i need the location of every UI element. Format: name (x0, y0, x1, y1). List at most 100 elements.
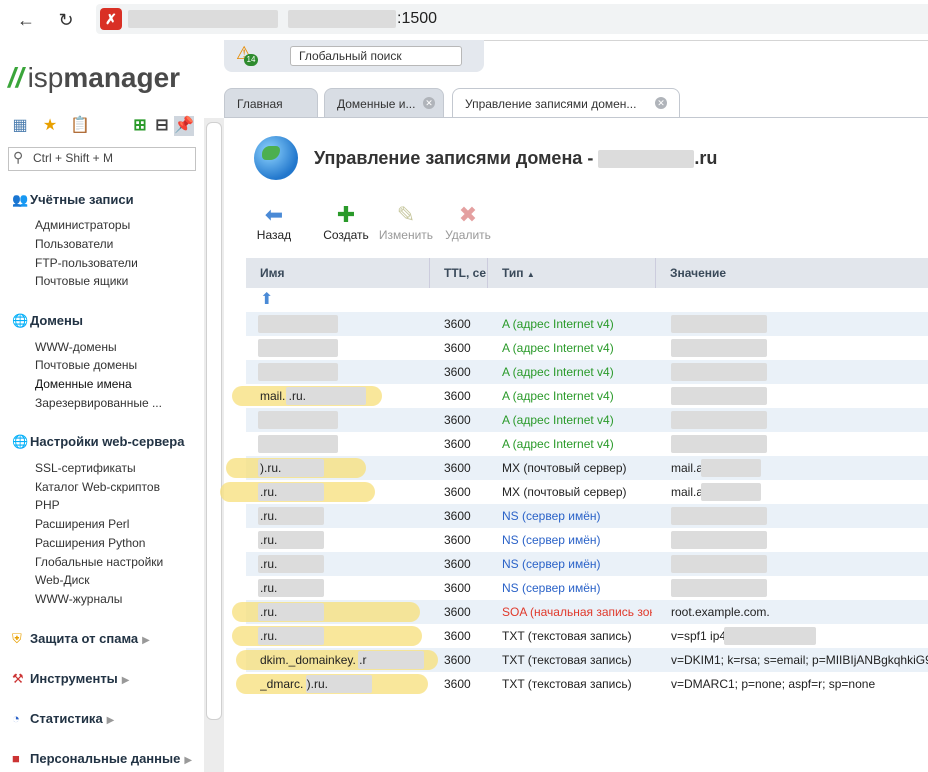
pin-icon[interactable]: 📌 (174, 116, 194, 136)
table-header: Имя TTL, се Тип ▲ Значение (246, 258, 928, 288)
tab-bar: Главная Доменные и... ✕ Управление запися… (224, 88, 928, 119)
sidebar-section-stats[interactable]: ◔ Статистика ▶ (12, 711, 114, 726)
sidebar-item-web-scripts[interactable]: Каталог Web-скриптов (35, 480, 160, 494)
table-row[interactable]: 3600 A (адрес Internet v4) (246, 432, 928, 456)
global-search-input[interactable]: Глобальный поиск (290, 46, 462, 66)
table-row[interactable]: ).ru. 3600 MX (почтовый сервер) mail.a .ru. (226, 456, 928, 480)
cell-name: .ru. (260, 557, 278, 571)
sidebar-item-reserved[interactable]: Зарезервированные ... (35, 396, 162, 410)
back-arrow-icon[interactable]: ← (14, 8, 38, 32)
cell-ttl: 3600 (444, 413, 471, 427)
table-row[interactable]: .ru. 3600 NS (сервер имён) (246, 528, 928, 552)
sidebar-section-domains[interactable]: 🌐 Домены (12, 313, 83, 329)
column-header-type-label: Тип (502, 266, 524, 280)
close-tab-icon[interactable]: ✕ (655, 97, 667, 109)
collapse-all-icon[interactable]: ⊟ (152, 116, 172, 136)
sidebar-item-www-domains[interactable]: WWW-домены (35, 340, 117, 354)
sidebar-section-web-settings[interactable]: 🌐 Настройки web-сервера (12, 434, 184, 450)
column-header-name[interactable]: Имя (246, 258, 430, 288)
sidebar-section-personal[interactable]: ■ Персональные данные ▶ (12, 751, 192, 766)
cell-type: A (адрес Internet v4) (502, 389, 614, 403)
redacted-value (671, 315, 767, 333)
main-content: Управление записями домена - .ru ⬅ Назад … (220, 118, 928, 772)
tools-icon: ⚒ (12, 671, 24, 686)
reload-icon[interactable]: ↻ (54, 8, 78, 32)
sidebar-item-domain-names[interactable]: Доменные имена (35, 377, 132, 391)
back-button[interactable]: ⬅ Назад (244, 202, 304, 242)
redacted-value (671, 411, 767, 429)
favorites-star-icon[interactable]: ★ (40, 116, 60, 136)
column-header-value[interactable]: Значение (656, 258, 928, 288)
table-row[interactable]: .ru. 3600 SOA (начальная запись зон root.ex… (232, 600, 928, 624)
cell-name: mail. .ru. (260, 389, 307, 403)
browser-toolbar: ← ↻ ✗ :1500 (0, 0, 928, 41)
sidebar-item-users[interactable]: Пользователи (35, 237, 113, 251)
tab-home[interactable]: Главная (224, 88, 318, 117)
create-button[interactable]: ✚ Создать (316, 202, 376, 242)
logo-manager-text: manager (63, 62, 181, 93)
sidebar-item-mailboxes[interactable]: Почтовые ящики (35, 274, 128, 288)
ispmanager-logo[interactable]: //ispmanager (8, 62, 180, 94)
redacted-value (701, 483, 761, 501)
table-row[interactable]: .ru. 3600 MX (почтовый сервер) mail.a .ru. (220, 480, 928, 504)
sidebar-section-accounts[interactable]: 👥 Учётные записи (12, 192, 134, 208)
tab-manage-records[interactable]: Управление записями домен... ✕ (452, 88, 680, 119)
close-tab-icon[interactable]: ✕ (423, 97, 435, 109)
delete-button[interactable]: ✖ Удалить (438, 202, 498, 242)
clipboard-icon[interactable]: 📋 (70, 116, 90, 136)
sidebar-scrollbar[interactable] (204, 118, 224, 772)
column-header-type[interactable]: Тип ▲ (488, 258, 656, 288)
address-bar[interactable] (96, 4, 928, 34)
sidebar-item-web-disk[interactable]: Web-Диск (35, 573, 90, 587)
chevron-right-icon: ▶ (106, 715, 115, 726)
table-row[interactable]: 3600 A (адрес Internet v4) (246, 408, 928, 432)
table-row[interactable]: _dmarc. ).ru. 3600 TXT (текстовая запись) v… (236, 672, 928, 696)
sidebar-item-www-logs[interactable]: WWW-журналы (35, 592, 122, 606)
redacted-value (671, 531, 767, 549)
cell-name: .ru. (260, 509, 278, 523)
cell-type: NS (сервер имён) (502, 581, 601, 595)
sidebar-item-php[interactable]: PHP (35, 498, 60, 512)
cell-name: ).ru. (260, 461, 282, 475)
table-row[interactable]: 3600 A (адрес Internet v4) (246, 336, 928, 360)
table-row[interactable]: .ru. 3600 NS (сервер имён) (246, 504, 928, 528)
chevron-right-icon: ▶ (184, 755, 193, 766)
table-row[interactable]: mail. .ru. 3600 A (адрес Internet v4) (232, 384, 928, 408)
tree-view-icon[interactable]: ▦ (10, 116, 30, 136)
redacted-value (671, 435, 767, 453)
tab-domain-names[interactable]: Доменные и... ✕ (324, 88, 444, 117)
table-row[interactable]: .ru. 3600 NS (сервер имён) (246, 552, 928, 576)
sidebar-item-administrators[interactable]: Администраторы (35, 218, 130, 232)
sidebar-item-global-settings[interactable]: Глобальные настройки (35, 555, 163, 569)
page-title: Управление записями домена - .ru (314, 148, 717, 169)
cell-ttl: 3600 (444, 605, 471, 619)
scrollbar-thumb[interactable] (206, 122, 222, 720)
expand-all-icon[interactable]: ⊞ (130, 116, 150, 136)
table-row[interactable]: dkim._domainkey. .r 3600 TXT (текстовая за… (236, 648, 928, 672)
sidebar-item-ssl[interactable]: SSL-сертификаты (35, 461, 136, 475)
cell-ttl: 3600 (444, 581, 471, 595)
cell-name: .ru. (260, 485, 278, 499)
table-row[interactable]: 3600 A (адрес Internet v4) (246, 360, 928, 384)
sidebar-item-mail-domains[interactable]: Почтовые домены (35, 358, 137, 372)
parent-dir-row[interactable]: ⬆ (246, 288, 928, 312)
table-row[interactable]: .ru.3600TXT (текстовая запись)v=spf1 ip4… (232, 624, 928, 648)
sidebar-section-spam[interactable]: ⛨ Защита от спама ▶ (12, 631, 150, 647)
cell-value: root.example.com. (671, 605, 770, 619)
section-title: Защита от спама (30, 631, 139, 646)
sidebar-item-python[interactable]: Расширения Python (35, 536, 145, 550)
sidebar-toolbar: ▦ ★ 📋 ⊞ ⊟ 📌 (8, 116, 198, 138)
table-row[interactable]: .ru. 3600 NS (сервер имён) (246, 576, 928, 600)
column-header-ttl[interactable]: TTL, се (430, 258, 488, 288)
sidebar-item-perl[interactable]: Расширения Perl (35, 517, 129, 531)
edit-button[interactable]: ✎ Изменить (376, 202, 436, 242)
sidebar-item-ftp-users[interactable]: FTP-пользователи (35, 256, 138, 270)
notification-badge: 14 (244, 54, 258, 66)
cell-type: A (адрес Internet v4) (502, 341, 614, 355)
sidebar-section-tools[interactable]: ⚒ Инструменты ▶ (12, 671, 130, 687)
not-secure-icon[interactable]: ✗ (100, 8, 122, 30)
cell-ttl: 3600 (444, 365, 471, 379)
section-title: Инструменты (30, 671, 118, 686)
table-row[interactable]: 3600 A (адрес Internet v4) (246, 312, 928, 336)
sidebar-search-input[interactable]: ⚲ Ctrl + Shift + M (8, 147, 196, 171)
